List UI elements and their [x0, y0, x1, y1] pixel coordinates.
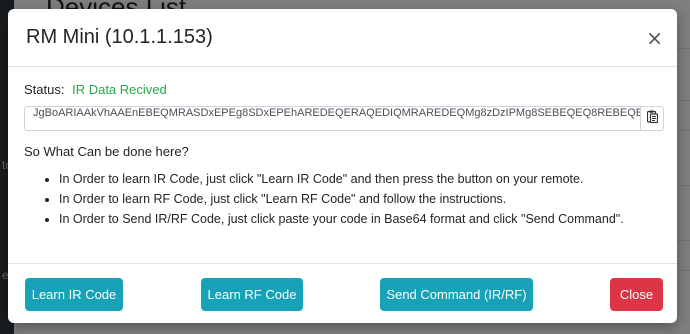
close-button[interactable]: Close: [610, 278, 663, 311]
clipboard-icon: [646, 110, 658, 128]
modal-body: Status: IR Data Recived JgBoARIAAkVhAAEn…: [8, 67, 677, 228]
device-modal: RM Mini (10.1.1.153) × Status: IR Data R…: [8, 9, 677, 323]
modal-header: RM Mini (10.1.1.153) ×: [8, 9, 677, 67]
instructions-list: In Order to learn IR Code, just click "L…: [24, 171, 663, 228]
copy-button[interactable]: [640, 106, 664, 131]
status-value: IR Data Recived: [72, 82, 167, 97]
learn-ir-button[interactable]: Learn IR Code: [25, 278, 123, 311]
learn-rf-button[interactable]: Learn RF Code: [201, 278, 303, 311]
status-row: Status: IR Data Recived: [24, 82, 663, 97]
list-item: In Order to learn RF Code, just click "L…: [59, 191, 663, 208]
status-label: Status:: [24, 82, 65, 97]
code-input[interactable]: JgBoARIAAkVhAAEnEBEQMRASDxEPEg8SDxEPEhAR…: [24, 106, 640, 131]
close-icon[interactable]: ×: [646, 28, 663, 48]
list-item: In Order to Send IR/RF Code, just click …: [59, 211, 663, 228]
help-question: So What Can be done here?: [24, 144, 189, 159]
modal-title: RM Mini (10.1.1.153): [26, 26, 213, 48]
modal-footer: Learn IR Code Learn RF Code Send Command…: [8, 263, 677, 323]
code-input-group: JgBoARIAAkVhAAEnEBEQMRASDxEPEg8SDxEPEhAR…: [24, 106, 664, 131]
send-command-button[interactable]: Send Command (IR/RF): [380, 278, 533, 311]
list-item: In Order to learn IR Code, just click "L…: [59, 171, 663, 188]
